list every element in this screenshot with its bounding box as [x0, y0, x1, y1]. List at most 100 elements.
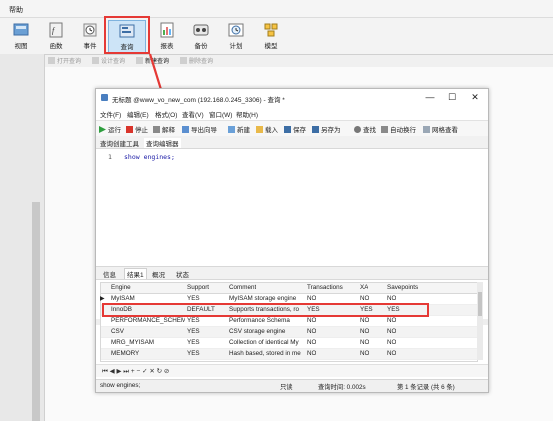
- query-window-toolbar: 运行 停止 解释 导出向导 新建 载入 保存 另存为 查找 自动换行 网格查看: [96, 120, 488, 137]
- status-record-count: 第 1 条记录 (共 6 条): [397, 384, 455, 391]
- toolbar-report-button[interactable]: 报表: [149, 20, 185, 52]
- column-header-xa[interactable]: XA: [360, 284, 368, 291]
- new-button[interactable]: 新建: [228, 124, 250, 134]
- result-tabs: 信息 结果1 概况 状态: [96, 266, 488, 280]
- column-header-savepoints[interactable]: Savepoints: [387, 284, 418, 291]
- table-cell: NO: [360, 350, 370, 357]
- close-button[interactable]: ✕: [467, 92, 483, 103]
- tab-overview[interactable]: 概况: [152, 269, 165, 279]
- table-cell: Performance Schema: [229, 317, 290, 324]
- save-icon: [284, 126, 291, 133]
- query-tabs: 查询创建工具 查询编辑器: [96, 136, 488, 149]
- grid-view-button[interactable]: 网格查看: [423, 124, 458, 134]
- record-navigation-bar: ⏮ ◀ ▶ ⏭ + − ✓ ✕ ↻ ⊘: [96, 364, 488, 377]
- menu-help[interactable]: 帮助(H): [236, 109, 258, 119]
- table-cell: YES: [187, 317, 200, 324]
- new-query-button[interactable]: 新建查询: [136, 56, 169, 65]
- toolbar-backup-button[interactable]: 备份: [183, 20, 219, 52]
- new-icon: [228, 126, 235, 133]
- menu-format[interactable]: 格式(O): [155, 109, 177, 119]
- column-header-support[interactable]: Support: [187, 284, 209, 291]
- table-cell: Collection of identical My: [229, 339, 299, 346]
- grid-vscrollbar[interactable]: [477, 282, 483, 360]
- event-clock-icon: [83, 23, 97, 37]
- status-query-time: 查询时间: 0.002s: [318, 384, 366, 391]
- query-window-menubar: 文件(F) 编辑(E) 格式(O) 查看(V) 窗口(W) 帮助(H): [96, 107, 488, 119]
- line-number: 1: [108, 153, 112, 161]
- delete-query-button[interactable]: 删除查询: [180, 56, 213, 65]
- table-cell: NO: [307, 328, 317, 335]
- column-header-engine[interactable]: Engine: [111, 284, 131, 291]
- auto-wrap-button[interactable]: 自动换行: [381, 124, 416, 134]
- toolbar-function-button[interactable]: f 函数: [38, 20, 74, 52]
- run-button[interactable]: 运行: [99, 124, 121, 134]
- save-as-button[interactable]: 另存为: [312, 124, 341, 134]
- save-button[interactable]: 保存: [284, 124, 306, 134]
- toolbar-model-label: 模型: [264, 43, 278, 50]
- menu-file[interactable]: 文件(F): [100, 109, 121, 119]
- schedule-icon: [228, 23, 244, 37]
- menu-edit[interactable]: 编辑(E): [127, 109, 149, 119]
- toolbar-view-button[interactable]: 视图: [3, 20, 39, 52]
- maximize-button[interactable]: ☐: [444, 92, 460, 103]
- table-cell: NO: [360, 339, 370, 346]
- table-cell: YES: [187, 295, 200, 302]
- menu-help[interactable]: 帮助: [9, 5, 23, 15]
- column-header-comment[interactable]: Comment: [229, 284, 256, 291]
- tab-query-builder[interactable]: 查询创建工具: [100, 138, 139, 148]
- tab-result1[interactable]: 结果1: [124, 268, 147, 279]
- menu-view[interactable]: 查看(V): [182, 109, 204, 119]
- tab-info[interactable]: 信息: [103, 269, 116, 279]
- toolbar-schedule-label: 计划: [229, 43, 243, 50]
- innodb-highlight-box: [102, 303, 429, 317]
- design-query-button[interactable]: 设计查询: [92, 56, 125, 65]
- query-subtoolbar: 打开查询 设计查询 新建查询 删除查询: [44, 55, 553, 66]
- table-row[interactable]: MEMORY YES Hash based, stored in me NO N…: [101, 349, 477, 360]
- table-cell: NO: [307, 350, 317, 357]
- table-cell: MyISAM storage engine: [229, 295, 297, 302]
- export-wizard-button[interactable]: 导出向导: [182, 124, 217, 134]
- table-cell: CSV: [111, 328, 124, 335]
- find-button[interactable]: 查找: [354, 124, 376, 134]
- sql-editor[interactable]: 1 show engines;: [96, 149, 488, 325]
- table-cell: YES: [187, 339, 200, 346]
- table-cell: PERFORMANCE_SCHEMA: [111, 317, 185, 324]
- table-cell: NO: [360, 295, 370, 302]
- record-nav-buttons[interactable]: ⏮ ◀ ▶ ⏭ + − ✓ ✕ ↻ ⊘: [102, 367, 169, 376]
- result-grid: Engine Support Comment Transactions XA S…: [100, 282, 478, 362]
- toolbar-event-button[interactable]: 事件: [72, 20, 108, 52]
- minimize-button[interactable]: —: [422, 92, 438, 102]
- open-query-button[interactable]: 打开查询: [48, 56, 81, 65]
- stop-button[interactable]: 停止: [126, 124, 148, 134]
- tab-query-editor[interactable]: 查询编辑器: [144, 138, 181, 148]
- table-row[interactable]: CSV YES CSV storage engine NO NO NO: [101, 327, 477, 338]
- main-toolbar: 视图 f 函数 事件 查询 报表 备份 计划 模型: [0, 18, 553, 55]
- table-cell: CSV storage engine: [229, 328, 286, 335]
- delete-query-icon: [180, 57, 187, 64]
- toolbar-model-button[interactable]: 模型: [253, 20, 289, 52]
- table-cell: NO: [387, 339, 397, 346]
- sql-code[interactable]: show engines;: [124, 153, 175, 161]
- toolbar-backup-label: 备份: [194, 43, 208, 50]
- current-row-marker: ▶: [100, 296, 105, 302]
- menu-window[interactable]: 窗口(W): [209, 109, 232, 119]
- table-header: Engine Support Comment Transactions XA S…: [101, 283, 477, 294]
- toolbar-schedule-button[interactable]: 计划: [218, 20, 254, 52]
- explain-button[interactable]: 解释: [153, 124, 175, 134]
- query-window: 无标题 @www_vo_new_com (192.168.0.245_3306)…: [95, 88, 489, 393]
- table-row[interactable]: PERFORMANCE_SCHEMA YES Performance Schem…: [101, 316, 477, 327]
- table-cell: NO: [387, 328, 397, 335]
- table-row[interactable]: MRG_MYISAM YES Collection of identical M…: [101, 338, 477, 349]
- table-cell: NO: [307, 295, 317, 302]
- scrollbar-thumb[interactable]: [478, 292, 482, 316]
- wrap-icon: [381, 126, 388, 133]
- column-header-transactions[interactable]: Transactions: [307, 284, 343, 291]
- table-cell: NO: [360, 317, 370, 324]
- model-icon: [264, 23, 278, 37]
- left-scrollbar[interactable]: [32, 202, 40, 421]
- query-window-titlebar[interactable]: 无标题 @www_vo_new_com (192.168.0.245_3306)…: [96, 89, 488, 107]
- table-cell: YES: [187, 328, 200, 335]
- load-button[interactable]: 载入: [256, 124, 278, 134]
- table-cell: MRG_MYISAM: [111, 339, 155, 346]
- tab-status[interactable]: 状态: [176, 269, 189, 279]
